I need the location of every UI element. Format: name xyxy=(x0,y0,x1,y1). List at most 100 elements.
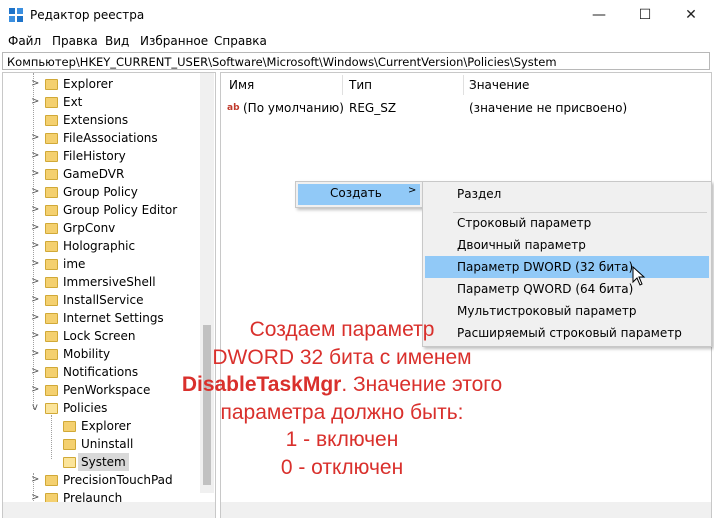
folder-icon xyxy=(45,259,58,270)
tree-node-label: Uninstall xyxy=(81,437,134,451)
menu-favorites[interactable]: Избранное xyxy=(140,34,208,48)
column-type-header[interactable]: Тип xyxy=(349,73,372,97)
context-menu: Создать > xyxy=(295,181,423,208)
menu-help[interactable]: Справка xyxy=(214,34,267,48)
menu-edit[interactable]: Правка xyxy=(52,34,98,48)
chevron-right-icon[interactable]: > xyxy=(31,363,39,381)
chevron-right-icon[interactable]: > xyxy=(31,381,39,399)
chevron-right-icon[interactable]: > xyxy=(31,345,39,363)
submenu-item-key[interactable]: Раздел xyxy=(457,184,501,204)
folder-icon xyxy=(45,277,58,288)
menu-bar: Файл Правка Вид Избранное Справка xyxy=(0,31,714,51)
chevron-right-icon[interactable]: > xyxy=(31,237,39,255)
tree-node-label: Notifications xyxy=(63,365,139,379)
column-value-header[interactable]: Значение xyxy=(469,73,529,97)
folder-icon xyxy=(45,331,58,342)
chevron-down-icon[interactable]: v xyxy=(31,399,39,417)
tree-node-label: Ext xyxy=(63,95,83,109)
column-name-header[interactable]: Имя xyxy=(229,73,254,97)
address-bar[interactable]: Компьютер\HKEY_CURRENT_USER\Software\Mic… xyxy=(2,52,710,70)
tree-node-label: Group Policy Editor xyxy=(63,203,178,217)
menu-view[interactable]: Вид xyxy=(105,34,129,48)
tree-node[interactable]: > FileAssociations xyxy=(3,129,198,147)
annotation-value-name: DisableTaskMgr xyxy=(181,373,342,396)
column-divider[interactable] xyxy=(342,75,343,95)
folder-icon xyxy=(63,421,76,432)
tree-node-label: Holographic xyxy=(63,239,136,253)
annotation-line: DisableTaskMgr. Значение этого xyxy=(132,371,552,399)
tree-node[interactable]: Extensions xyxy=(3,111,198,129)
chevron-right-icon[interactable]: > xyxy=(31,183,39,201)
column-divider[interactable] xyxy=(463,75,464,95)
chevron-right-icon[interactable]: > xyxy=(31,165,39,183)
menu-file[interactable]: Файл xyxy=(8,34,41,48)
tree-node[interactable]: > Group Policy Editor xyxy=(3,201,198,219)
tree-node-label: ime xyxy=(63,257,86,271)
submenu-item-qword[interactable]: Параметр QWORD (64 бита) xyxy=(457,279,633,299)
tree-horizontal-scrollbar[interactable] xyxy=(3,502,215,518)
chevron-right-icon[interactable]: > xyxy=(31,129,39,147)
submenu-item-binary[interactable]: Двоичный параметр xyxy=(457,235,586,255)
folder-icon xyxy=(45,169,58,180)
tree-node-label: FileAssociations xyxy=(63,131,158,145)
tree-node[interactable]: > GameDVR xyxy=(3,165,198,183)
chevron-right-icon[interactable]: > xyxy=(31,327,39,345)
chevron-right-icon[interactable]: > xyxy=(31,75,39,93)
chevron-right-icon[interactable]: > xyxy=(31,219,39,237)
maximize-button[interactable]: ☐ xyxy=(622,0,668,30)
folder-icon xyxy=(45,241,58,252)
folder-icon xyxy=(63,457,76,468)
folder-icon xyxy=(45,151,58,162)
tree-node-label: Lock Screen xyxy=(63,329,136,343)
values-horizontal-scrollbar[interactable] xyxy=(221,502,711,518)
tree-node-label: Explorer xyxy=(81,419,131,433)
close-button[interactable]: ✕ xyxy=(668,0,714,30)
submenu-item-dword[interactable]: Параметр DWORD (32 бита) xyxy=(457,257,633,277)
submenu-arrow-icon: > xyxy=(408,185,417,196)
tree-node[interactable]: > Group Policy xyxy=(3,183,198,201)
string-value-icon: ab xyxy=(227,103,240,113)
tree-node[interactable]: > InstallService xyxy=(3,291,198,309)
folder-icon xyxy=(63,439,76,450)
window-title: Редактор реестра xyxy=(30,8,145,22)
tree-node[interactable]: > ime xyxy=(3,255,198,273)
folder-icon xyxy=(45,403,58,414)
menu-item-create[interactable]: Создать xyxy=(330,186,382,200)
value-row-data: (значение не присвоено) xyxy=(469,101,628,115)
chevron-right-icon[interactable]: > xyxy=(31,291,39,309)
folder-icon xyxy=(45,385,58,396)
chevron-right-icon[interactable]: > xyxy=(31,255,39,273)
tree-node-label: Extensions xyxy=(63,113,129,127)
tree-node-label: System xyxy=(78,453,129,471)
value-row-type: REG_SZ xyxy=(349,101,397,115)
tree-node-label: ImmersiveShell xyxy=(63,275,156,289)
tree-node[interactable]: > FileHistory xyxy=(3,147,198,165)
regedit-app-icon xyxy=(9,8,23,22)
tree-node[interactable]: > Explorer xyxy=(3,75,198,93)
folder-icon xyxy=(45,313,58,324)
tree-node-label: GrpConv xyxy=(63,221,116,235)
chevron-right-icon[interactable]: > xyxy=(31,471,39,489)
tree-node[interactable]: > Holographic xyxy=(3,237,198,255)
chevron-right-icon[interactable]: > xyxy=(31,273,39,291)
chevron-right-icon[interactable]: > xyxy=(31,147,39,165)
chevron-right-icon[interactable]: > xyxy=(31,93,39,111)
submenu-item-string[interactable]: Строковый параметр xyxy=(457,213,591,233)
annotation-line: DWORD 32 бита с именем xyxy=(212,345,472,369)
folder-icon xyxy=(45,97,58,108)
tree-node-label: FileHistory xyxy=(63,149,126,163)
chevron-right-icon[interactable]: > xyxy=(31,309,39,327)
value-row-name[interactable]: (По умолчанию) xyxy=(243,99,344,117)
tree-node[interactable]: > GrpConv xyxy=(3,219,198,237)
title-bar: Редактор реестра — ☐ ✕ xyxy=(0,0,714,30)
annotation-line: 1 - включен xyxy=(285,428,399,451)
minimize-button[interactable]: — xyxy=(576,0,622,30)
tree-node[interactable]: > Ext xyxy=(3,93,198,111)
tree-node[interactable]: > ImmersiveShell xyxy=(3,273,198,291)
tree-node-label: Explorer xyxy=(63,77,113,91)
annotation-line-rest: . Значение этого xyxy=(341,373,503,396)
folder-icon xyxy=(45,367,58,378)
annotation-line: параметра должно быть: xyxy=(220,400,464,424)
annotation-line: Создаем параметр xyxy=(249,318,435,341)
chevron-right-icon[interactable]: > xyxy=(31,201,39,219)
